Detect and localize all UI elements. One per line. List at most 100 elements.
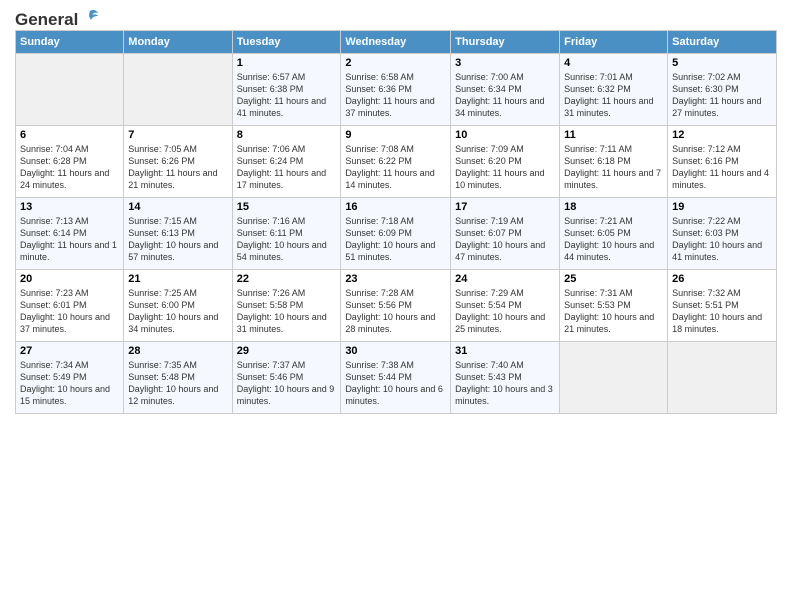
day-info: Sunrise: 7:40 AMSunset: 5:43 PMDaylight:… [455, 359, 555, 408]
day-info: Sunrise: 7:38 AMSunset: 5:44 PMDaylight:… [345, 359, 446, 408]
day-info: Sunrise: 7:12 AMSunset: 6:16 PMDaylight:… [672, 143, 772, 192]
calendar-cell: 1 Sunrise: 6:57 AMSunset: 6:38 PMDaylight… [232, 54, 341, 126]
day-info: Sunrise: 7:22 AMSunset: 6:03 PMDaylight:… [672, 215, 772, 264]
day-info: Sunrise: 7:34 AMSunset: 5:49 PMDaylight:… [20, 359, 119, 408]
calendar-cell: 13 Sunrise: 7:13 AMSunset: 6:14 PMDayligh… [16, 198, 124, 270]
day-number: 10 [455, 129, 555, 141]
header: General [15, 10, 777, 26]
day-info: Sunrise: 6:58 AMSunset: 6:36 PMDaylight:… [345, 71, 446, 120]
weekday-header-tuesday: Tuesday [232, 31, 341, 54]
calendar-cell: 6Sunrise: 7:04 AMSunset: 6:28 PMDaylight… [16, 126, 124, 198]
logo: General [15, 10, 100, 26]
calendar-cell [16, 54, 124, 126]
calendar-cell: 29Sunrise: 7:37 AMSunset: 5:46 PMDayligh… [232, 342, 341, 414]
calendar-cell: 12 Sunrise: 7:12 AMSunset: 6:16 PMDayligh… [668, 126, 777, 198]
day-number: 4 [564, 57, 663, 69]
day-info: Sunrise: 7:00 AMSunset: 6:34 PMDaylight:… [455, 71, 555, 120]
day-info: Sunrise: 7:13 AMSunset: 6:14 PMDaylight:… [20, 215, 119, 264]
day-number: 9 [345, 129, 446, 141]
day-number: 30 [345, 345, 446, 357]
calendar-week-row: 13 Sunrise: 7:13 AMSunset: 6:14 PMDayligh… [16, 198, 777, 270]
weekday-header-wednesday: Wednesday [341, 31, 451, 54]
logo-bird-icon [80, 8, 100, 28]
main-container: General SundayMondayTuesdayWednesdayThur… [0, 0, 792, 419]
calendar-cell: 30 Sunrise: 7:38 AMSunset: 5:44 PMDayligh… [341, 342, 451, 414]
day-number: 15 [237, 201, 337, 213]
day-number: 28 [128, 345, 227, 357]
day-info: Sunrise: 7:06 AMSunset: 6:24 PMDaylight:… [237, 143, 337, 192]
calendar-cell: 27 Sunrise: 7:34 AMSunset: 5:49 PMDayligh… [16, 342, 124, 414]
day-info: Sunrise: 7:32 AMSunset: 5:51 PMDaylight:… [672, 287, 772, 336]
calendar-cell: 11 Sunrise: 7:11 AMSunset: 6:18 PMDayligh… [560, 126, 668, 198]
calendar-cell: 22Sunrise: 7:26 AMSunset: 5:58 PMDayligh… [232, 270, 341, 342]
day-number: 18 [564, 201, 663, 213]
weekday-header-sunday: Sunday [16, 31, 124, 54]
day-info: Sunrise: 7:08 AMSunset: 6:22 PMDaylight:… [345, 143, 446, 192]
calendar-cell: 4Sunrise: 7:01 AMSunset: 6:32 PMDaylight… [560, 54, 668, 126]
calendar-cell: 3 Sunrise: 7:00 AMSunset: 6:34 PMDaylight… [451, 54, 560, 126]
calendar-cell [668, 342, 777, 414]
day-number: 8 [237, 129, 337, 141]
calendar-cell: 17Sunrise: 7:19 AMSunset: 6:07 PMDayligh… [451, 198, 560, 270]
day-number: 5 [672, 57, 772, 69]
calendar-cell: 28 Sunrise: 7:35 AMSunset: 5:48 PMDayligh… [124, 342, 232, 414]
day-number: 13 [20, 201, 119, 213]
calendar-cell [124, 54, 232, 126]
day-info: Sunrise: 7:09 AMSunset: 6:20 PMDaylight:… [455, 143, 555, 192]
day-number: 25 [564, 273, 663, 285]
day-number: 20 [20, 273, 119, 285]
calendar-table: SundayMondayTuesdayWednesdayThursdayFrid… [15, 30, 777, 414]
calendar-cell: 14Sunrise: 7:15 AMSunset: 6:13 PMDayligh… [124, 198, 232, 270]
day-number: 24 [455, 273, 555, 285]
day-info: Sunrise: 7:35 AMSunset: 5:48 PMDaylight:… [128, 359, 227, 408]
day-number: 26 [672, 273, 772, 285]
calendar-cell: 23 Sunrise: 7:28 AMSunset: 5:56 PMDayligh… [341, 270, 451, 342]
calendar-cell [560, 342, 668, 414]
day-number: 7 [128, 129, 227, 141]
calendar-week-row: 27 Sunrise: 7:34 AMSunset: 5:49 PMDayligh… [16, 342, 777, 414]
calendar-cell: 8 Sunrise: 7:06 AMSunset: 6:24 PMDaylight… [232, 126, 341, 198]
calendar-cell: 15 Sunrise: 7:16 AMSunset: 6:11 PMDayligh… [232, 198, 341, 270]
day-info: Sunrise: 6:57 AMSunset: 6:38 PMDaylight:… [237, 71, 337, 120]
day-number: 16 [345, 201, 446, 213]
day-info: Sunrise: 7:18 AMSunset: 6:09 PMDaylight:… [345, 215, 446, 264]
calendar-cell: 19 Sunrise: 7:22 AMSunset: 6:03 PMDayligh… [668, 198, 777, 270]
day-info: Sunrise: 7:28 AMSunset: 5:56 PMDaylight:… [345, 287, 446, 336]
day-info: Sunrise: 7:25 AMSunset: 6:00 PMDaylight:… [128, 287, 227, 336]
logo-text: General [15, 10, 78, 30]
calendar-week-row: 1 Sunrise: 6:57 AMSunset: 6:38 PMDaylight… [16, 54, 777, 126]
day-number: 17 [455, 201, 555, 213]
day-info: Sunrise: 7:02 AMSunset: 6:30 PMDaylight:… [672, 71, 772, 120]
day-number: 19 [672, 201, 772, 213]
weekday-header-friday: Friday [560, 31, 668, 54]
calendar-cell: 31 Sunrise: 7:40 AMSunset: 5:43 PMDayligh… [451, 342, 560, 414]
day-info: Sunrise: 7:16 AMSunset: 6:11 PMDaylight:… [237, 215, 337, 264]
day-number: 12 [672, 129, 772, 141]
day-number: 27 [20, 345, 119, 357]
weekday-header-monday: Monday [124, 31, 232, 54]
calendar-week-row: 6Sunrise: 7:04 AMSunset: 6:28 PMDaylight… [16, 126, 777, 198]
calendar-cell: 25Sunrise: 7:31 AMSunset: 5:53 PMDayligh… [560, 270, 668, 342]
day-number: 23 [345, 273, 446, 285]
day-number: 3 [455, 57, 555, 69]
calendar-week-row: 20Sunrise: 7:23 AMSunset: 6:01 PMDayligh… [16, 270, 777, 342]
day-number: 31 [455, 345, 555, 357]
weekday-header-row: SundayMondayTuesdayWednesdayThursdayFrid… [16, 31, 777, 54]
calendar-cell: 21Sunrise: 7:25 AMSunset: 6:00 PMDayligh… [124, 270, 232, 342]
day-number: 11 [564, 129, 663, 141]
calendar-cell: 5 Sunrise: 7:02 AMSunset: 6:30 PMDaylight… [668, 54, 777, 126]
day-number: 22 [237, 273, 337, 285]
weekday-header-thursday: Thursday [451, 31, 560, 54]
calendar-cell: 24Sunrise: 7:29 AMSunset: 5:54 PMDayligh… [451, 270, 560, 342]
calendar-cell: 18Sunrise: 7:21 AMSunset: 6:05 PMDayligh… [560, 198, 668, 270]
day-info: Sunrise: 7:11 AMSunset: 6:18 PMDaylight:… [564, 143, 663, 192]
calendar-cell: 26 Sunrise: 7:32 AMSunset: 5:51 PMDayligh… [668, 270, 777, 342]
day-number: 2 [345, 57, 446, 69]
day-number: 29 [237, 345, 337, 357]
day-number: 14 [128, 201, 227, 213]
calendar-cell: 9 Sunrise: 7:08 AMSunset: 6:22 PMDaylight… [341, 126, 451, 198]
day-number: 1 [237, 57, 337, 69]
calendar-cell: 20Sunrise: 7:23 AMSunset: 6:01 PMDayligh… [16, 270, 124, 342]
calendar-cell: 2 Sunrise: 6:58 AMSunset: 6:36 PMDaylight… [341, 54, 451, 126]
day-number: 6 [20, 129, 119, 141]
